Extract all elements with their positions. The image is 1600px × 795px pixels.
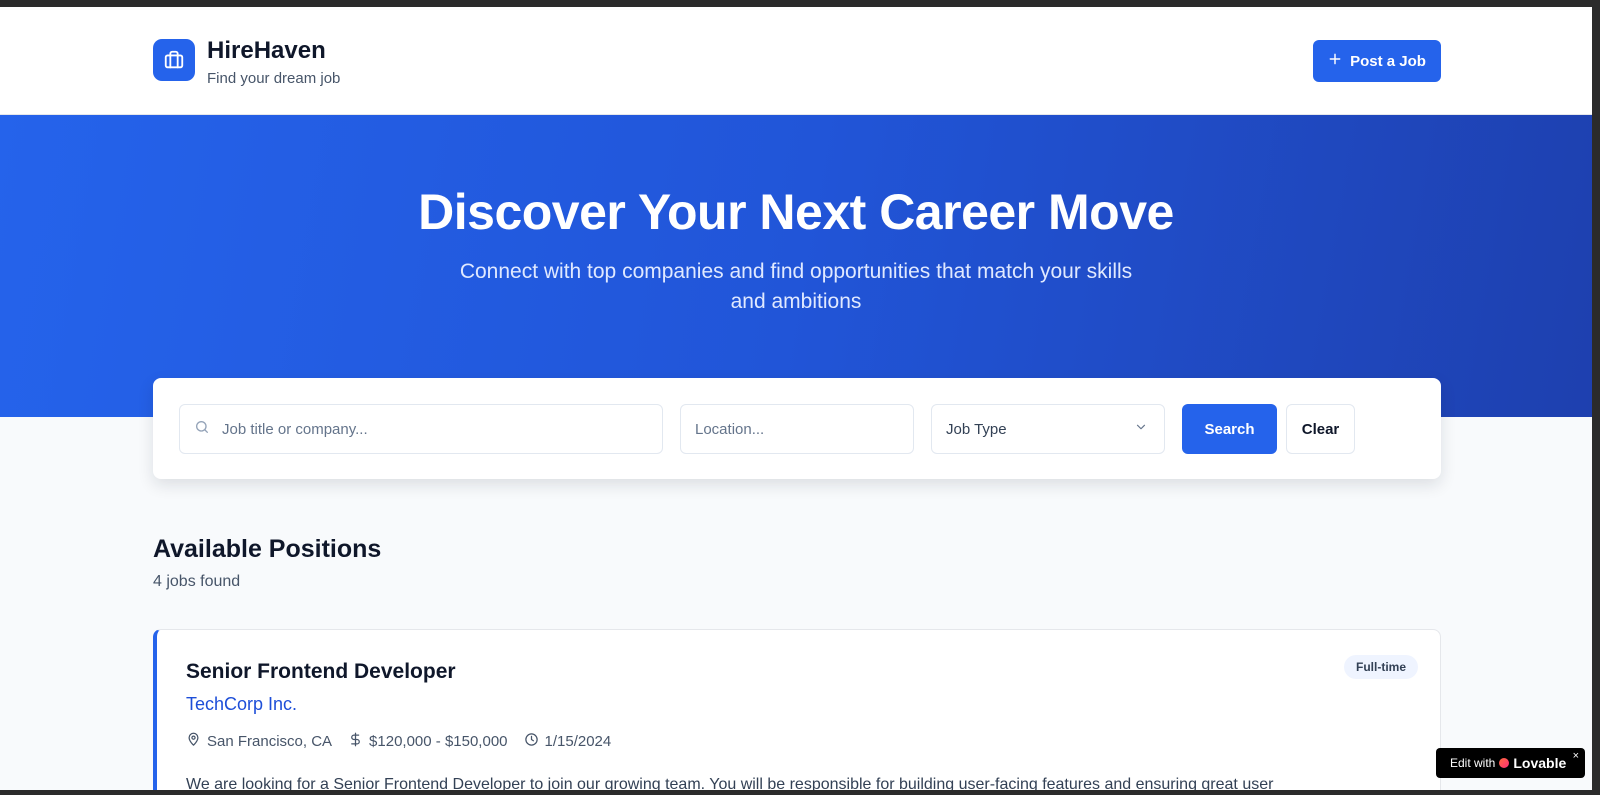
job-location: San Francisco, CA xyxy=(207,733,333,750)
job-type-badge: Full-time xyxy=(1344,655,1418,679)
post-job-label: Post a Job xyxy=(1350,52,1426,70)
lovable-brand: Lovable xyxy=(1513,755,1567,771)
job-description: We are looking for a Senior Frontend Dev… xyxy=(186,776,1274,790)
app-window: HireHaven Find your dream job Post a Job… xyxy=(0,7,1592,790)
job-type-select[interactable]: Job Type xyxy=(931,404,1165,454)
chevron-down-icon xyxy=(1134,420,1148,438)
plus-icon xyxy=(1328,52,1342,70)
company-link[interactable]: TechCorp Inc. xyxy=(186,694,297,715)
keyword-input[interactable] xyxy=(222,405,662,453)
keyword-field[interactable] xyxy=(179,404,663,454)
edit-with-lovable-badge[interactable]: Edit with Lovable × xyxy=(1436,748,1585,778)
brand-tagline: Find your dream job xyxy=(207,70,341,87)
job-salary: $120,000 - $150,000 xyxy=(369,733,508,750)
search-button[interactable]: Search xyxy=(1182,404,1277,454)
hero-title: Discover Your Next Career Move xyxy=(418,184,1174,240)
scrollbar[interactable] xyxy=(1592,0,1600,795)
salary-meta: $120,000 - $150,000 xyxy=(348,732,508,751)
site-header: HireHaven Find your dream job Post a Job xyxy=(0,7,1592,115)
date-meta: 1/15/2024 xyxy=(524,732,612,751)
hero-subtitle: Connect with top companies and find oppo… xyxy=(459,260,1133,313)
clear-button[interactable]: Clear xyxy=(1286,404,1355,454)
brand-name[interactable]: HireHaven xyxy=(207,37,326,65)
job-type-value: Job Type xyxy=(946,420,1007,438)
job-meta: San Francisco, CA $120,000 - $150,000 1/… xyxy=(186,732,611,751)
search-icon xyxy=(194,419,210,440)
job-card[interactable]: Senior Frontend Developer TechCorp Inc. … xyxy=(153,629,1441,790)
results-count: 4 jobs found xyxy=(153,573,241,590)
search-panel: Job Type Search Clear xyxy=(153,378,1441,479)
location-meta: San Francisco, CA xyxy=(186,732,332,751)
job-date: 1/15/2024 xyxy=(544,733,612,750)
section-title: Available Positions xyxy=(153,535,382,563)
clock-icon xyxy=(524,732,539,751)
location-field[interactable] xyxy=(680,404,914,454)
dollar-icon xyxy=(348,732,363,751)
lovable-heart-icon xyxy=(1499,758,1510,768)
briefcase-icon[interactable] xyxy=(153,39,195,81)
close-icon[interactable]: × xyxy=(1573,750,1579,762)
lovable-prefix: Edit with xyxy=(1450,756,1496,770)
map-pin-icon xyxy=(186,732,201,751)
job-title[interactable]: Senior Frontend Developer xyxy=(186,660,456,684)
location-input[interactable] xyxy=(695,405,913,453)
hero-banner: Discover Your Next Career Move Connect w… xyxy=(0,115,1592,417)
post-job-button[interactable]: Post a Job xyxy=(1313,40,1441,82)
